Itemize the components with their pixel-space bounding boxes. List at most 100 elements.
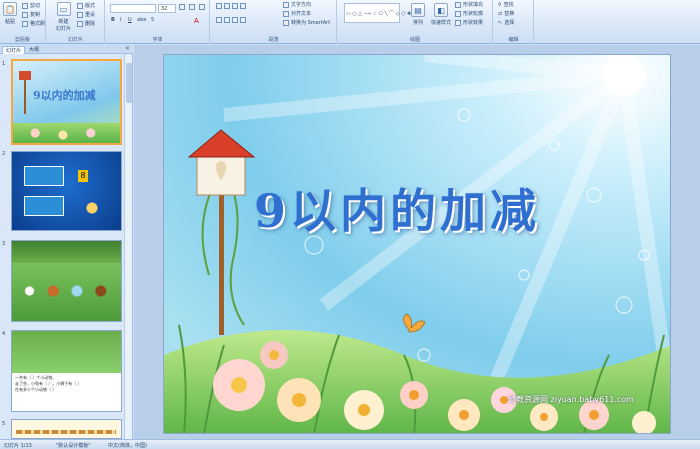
text-direction-icon [283, 1, 289, 8]
shadow-button[interactable]: S [151, 17, 154, 23]
shape-effects-button[interactable]: 形状效果 [455, 19, 483, 26]
select-button[interactable]: ↖ 选择 [498, 19, 514, 27]
close-icon[interactable]: × [125, 45, 130, 52]
pole [24, 80, 26, 114]
clear-format-button[interactable] [199, 4, 205, 10]
ruler [16, 430, 116, 434]
slide-editor: 9以内的加减 幼教资源网 ziyuan.baby611.com [134, 45, 700, 439]
flowers [13, 123, 120, 143]
fill-icon [455, 1, 461, 8]
effects-icon [455, 19, 461, 26]
slide-thumbnail-3[interactable] [11, 240, 122, 322]
binoculars-icon: ⚲ [498, 1, 502, 8]
reset-button[interactable]: 重设 [77, 11, 95, 18]
slide-number: 3 [2, 241, 6, 247]
slide-number: 5 [2, 421, 6, 427]
align-text-button[interactable]: 对齐文本 [283, 10, 311, 17]
strike-button[interactable]: abe [137, 17, 146, 23]
grow-font-icon [179, 4, 185, 10]
group-label: 幻灯片 [67, 37, 83, 43]
layout-icon [77, 2, 83, 9]
slide-thumbnail-1[interactable]: 9以内的加减 [11, 59, 122, 145]
underline-button[interactable]: U [128, 17, 132, 23]
animals-icon [20, 281, 115, 301]
paragraph-group: 文字方向 对齐文本 转换为 SmartArt 段落 [211, 0, 337, 44]
slide-counter: 幻灯片 1/13 [4, 443, 32, 449]
bold-button[interactable]: B [111, 17, 115, 23]
font-name-combo[interactable] [110, 4, 156, 13]
new-slide-button[interactable]: ▭ 新建 幻灯片 [56, 2, 71, 32]
italic-button[interactable]: I [120, 17, 121, 23]
font-size-combo[interactable]: 32 [158, 4, 176, 13]
bullets-button[interactable] [216, 3, 246, 9]
cut-button[interactable]: 剪切 [22, 2, 40, 9]
font-group: 32 B I U abe S A 字体 [106, 0, 210, 44]
slide-canvas[interactable]: 9以内的加减 幼教资源网 ziyuan.baby611.com [163, 54, 671, 434]
brush-icon [22, 20, 28, 27]
replace-button[interactable]: ⇄ 替换 [498, 10, 514, 18]
delete-button[interactable]: 删除 [77, 20, 95, 27]
drawing-group: ▭ ○ △ ⟶ ☆ ⬠ ╲ ⌒ ◇ ⬡ ✚ ⌂ ▤ 排列 ◧ 快速样式 形状填充… [338, 0, 493, 44]
shape-outline-button[interactable]: 形状轮廓 [455, 10, 483, 17]
clipboard-group: 📋 粘贴 剪切 复制 格式刷 剪贴板 [0, 0, 46, 44]
font-color-icon: A [194, 17, 199, 25]
panel-scrollbar[interactable] [124, 55, 132, 439]
delete-icon [77, 20, 83, 27]
shrink-font-button[interactable] [189, 4, 195, 10]
number-card: 8 [78, 170, 88, 182]
tab-slides[interactable]: 幻灯片 [2, 46, 26, 54]
replace-icon: ⇄ [498, 10, 503, 17]
trees [12, 241, 121, 263]
ribbon: 📋 粘贴 剪切 复制 格式刷 剪贴板 ▭ 新建 幻灯片 版式 重设 删除 幻灯片… [0, 0, 700, 44]
slide-thumbnail-5[interactable] [11, 419, 122, 439]
smartart-icon [283, 19, 289, 26]
quick-styles-button[interactable]: ◧ 快速样式 [431, 3, 451, 26]
question-text: 一共有（ ）个小动物。 走了些，小兔有（ ）。小狮子有（ ） 在有多少个小动物（… [15, 375, 82, 392]
slide-thumbnail-4[interactable]: 一共有（ ）个小动物。 走了些，小兔有（ ）。小狮子有（ ） 在有多少个小动物（… [11, 330, 122, 412]
align-right-icon [232, 17, 238, 23]
paste-button[interactable]: 📋 粘贴 [3, 2, 17, 25]
theme-name: "默认设计模板" [56, 443, 91, 449]
text-direction-button[interactable]: 文字方向 [283, 1, 311, 8]
grow-font-button[interactable] [179, 4, 185, 10]
editing-group: ⚲ 查找 ⇄ 替换 ↖ 选择 编辑 [494, 0, 534, 44]
eraser-icon [199, 4, 205, 10]
watermark: 幼教资源网 ziyuan.baby611.com [508, 395, 634, 404]
slide-title[interactable]: 9以内的加减 [254, 175, 540, 241]
shapes-gallery[interactable]: ▭ ○ △ ⟶ ☆ ⬠ ╲ ⌒ ◇ ⬡ ✚ ⌂ [344, 3, 416, 23]
counter-box-2 [24, 196, 64, 216]
quick-styles-icon: ◧ [434, 3, 448, 17]
shape-fill-button[interactable]: 形状填充 [455, 1, 483, 8]
birdhouse-icon [19, 71, 31, 80]
font-color-button[interactable]: A [194, 17, 199, 25]
outline-icon [455, 10, 461, 17]
justify-icon [240, 17, 246, 23]
reset-icon [77, 11, 83, 18]
find-button[interactable]: ⚲ 查找 [498, 1, 514, 9]
slide-number: 1 [2, 61, 6, 67]
slide-thumbnail-2[interactable]: 8 [11, 151, 122, 231]
slides-panel: 幻灯片 大纲 × 1 9以内的加减 2 8 3 4 一共有（ ）个小动物。 走了… [0, 45, 133, 439]
numbering-icon [224, 3, 230, 9]
slides-group: ▭ 新建 幻灯片 版式 重设 删除 幻灯片 [47, 0, 105, 44]
group-label: 剪贴板 [14, 37, 30, 43]
layout-button[interactable]: 版式 [77, 2, 95, 9]
language: 中文(简体，中国) [108, 443, 147, 449]
thumb-title: 9以内的加减 [33, 89, 96, 102]
smartart-button[interactable]: 转换为 SmartArt [283, 19, 330, 26]
copy-button[interactable]: 复制 [22, 11, 40, 18]
scroll-thumb[interactable] [126, 63, 132, 103]
scissors-icon [22, 2, 28, 9]
slide-number: 4 [2, 331, 6, 337]
arrange-button[interactable]: ▤ 排列 [411, 3, 425, 26]
tab-outline[interactable]: 大纲 [26, 46, 42, 54]
bullets-icon [216, 3, 222, 9]
align-buttons[interactable] [216, 17, 246, 23]
align-left-icon [216, 17, 222, 23]
align-text-icon [283, 10, 289, 17]
status-bar: 幻灯片 1/13 "默认设计模板" 中文(简体，中国) [0, 439, 700, 449]
group-label: 绘图 [409, 37, 420, 43]
scene [12, 331, 121, 373]
new-slide-icon: ▭ [56, 2, 71, 16]
format-painter-button[interactable]: 格式刷 [22, 20, 45, 27]
